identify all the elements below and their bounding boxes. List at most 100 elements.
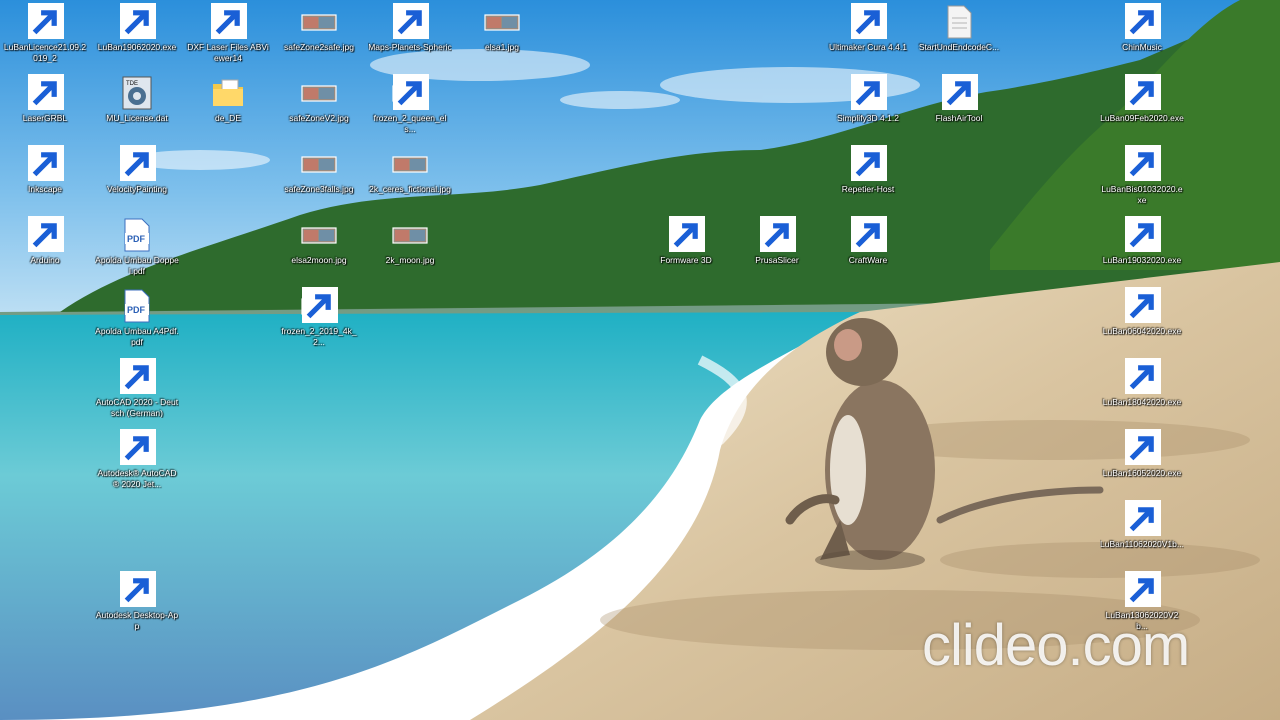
desktop-icon-label: 2k_ceres_fictional.jpg (369, 184, 451, 194)
desktop-icon-6[interactable]: Ultimaker Cura 4.4.1 (826, 3, 910, 74)
desktop-icon-18[interactable]: VelocityPainting (95, 145, 179, 216)
desktop-icon-15[interactable]: FlashAirTool (917, 74, 1001, 145)
desktop-icon-31[interactable]: PDF Apolda Umbau A4Pdf.pdf (95, 288, 179, 358)
desktop-icon-2[interactable]: DXF Laser Files ABViewer14 (186, 3, 270, 74)
desktop-icon-24[interactable]: PDF Apolda Umbau Doppel.pdf (95, 217, 179, 287)
folder-icon (210, 75, 246, 111)
luban-icon: LB (119, 3, 156, 40)
desktop-icon-37[interactable]: LB LuBan16052020.exe (1100, 429, 1184, 500)
desktop-icon-label: safeZone2safe.jpg (284, 42, 354, 52)
formware-icon (668, 216, 705, 253)
desktop-icon-36[interactable]: AAutodesk® AutoCAD® 2020 Jet... (95, 429, 179, 500)
desktop-icon-39[interactable]: Autodesk Desktop-App (95, 571, 179, 642)
desktop-icon-11[interactable]: de_DE (186, 75, 270, 145)
clideo-watermark: clideo.com (922, 613, 1190, 678)
desktop-icon-38[interactable]: LB LuBan11062020V1b... (1100, 500, 1184, 571)
desktop-icon-12[interactable]: safeZoneV2.jpg (277, 75, 361, 145)
desktop-icon-label: LuBan06042020.exe (1102, 326, 1182, 336)
chrome-icon (1124, 3, 1161, 40)
desktop-icon-label: Apolda Umbau A4Pdf.pdf (95, 326, 179, 347)
luban-icon: LB (1124, 216, 1161, 253)
desktop-icon-10[interactable]: TDE MU_License.dat (95, 75, 179, 145)
desktop-icon-26[interactable]: 2k_moon.jpg (368, 217, 452, 287)
desktop-icon-label: de_DE (215, 113, 241, 123)
desktop-icon-28[interactable]: PrusaSlicer (735, 216, 819, 287)
desktop-icon-25[interactable]: elsa2moon.jpg (277, 217, 361, 287)
desktop-icon-label: LuBanBis01032020.exe (1101, 184, 1183, 205)
desktop-icon-5[interactable]: elsa1.jpg (460, 4, 544, 74)
image-thumb-icon (301, 75, 337, 111)
desktop-icon-23[interactable]: Arduino (3, 216, 87, 287)
desktop-icon-label: Autodesk Desktop-App (95, 610, 179, 631)
desktop-icon-label: frozen_2_2019_4k_2... (281, 326, 357, 347)
desktop-icon-label: DXF Laser Files ABViewer14 (187, 42, 269, 63)
desktop-icon-1[interactable]: LB LuBan19062020.exe (95, 3, 179, 74)
desktop-icon-19[interactable]: safeZone3falls.jpg (277, 146, 361, 216)
prusaslicer-icon (759, 216, 796, 253)
dat-file-icon: TDE (119, 75, 155, 111)
desktop-icon-label: 2k_moon.jpg (385, 255, 435, 265)
desktop-icon-16[interactable]: LB LuBan09Feb2020.exe (1100, 74, 1184, 145)
pdf-icon: PDF (119, 288, 155, 324)
desktop-icon-label: LuBan09Feb2020.exe (1100, 113, 1184, 123)
autodesk-app-icon (119, 571, 156, 608)
flashair-icon (941, 74, 978, 111)
desktop-icon-7[interactable]: StartUndEndcodeC... (917, 4, 1001, 74)
desktop-icon-label: Inkscape (27, 184, 63, 194)
desktop-icon-label: Apolda Umbau Doppel.pdf (95, 255, 179, 276)
image-thumb-icon (301, 217, 337, 253)
image-thumb-icon (301, 146, 337, 182)
desktop-icon-20[interactable]: 2k_ceres_fictional.jpg (368, 146, 452, 216)
desktop-icon-9[interactable]: GRBL LaserGRBL (3, 74, 87, 145)
desktop-icon-22[interactable]: LBLuBanBis01032020.exe (1100, 145, 1184, 216)
desktop-icon-34[interactable]: AutoCAD 2020 - Deutsch (German) (95, 358, 179, 429)
luban-icon: LB (1124, 74, 1161, 111)
desktop-icon-label: safeZoneV2.jpg (289, 113, 349, 123)
desktop-icon-label: frozen_2_queen_els... (373, 113, 447, 134)
desktop-icon-label: CraftWare (848, 255, 888, 265)
svg-text:PDF: PDF (127, 305, 146, 315)
image-thumb-icon (301, 4, 337, 40)
grbl-icon: GRBL (27, 74, 64, 111)
image-thumb-icon (392, 74, 429, 111)
desktop-icon-29[interactable]: CraftWare (826, 216, 910, 287)
desktop-icon-14[interactable]: Simplify3D 4.1.2 (826, 74, 910, 145)
desktop-icon-label: StartUndEndcodeC... (918, 42, 1000, 52)
desktop-icon-label: LaserGRBL (22, 113, 68, 123)
desktop-icon-label: LuBanLicence21.09.2019_2 (3, 42, 87, 63)
cura-icon (850, 3, 887, 40)
luban-icon: LB (1124, 429, 1161, 466)
desktop-icon-30[interactable]: LB LuBan19032020.exe (1100, 216, 1184, 287)
chrome-icon (392, 3, 429, 40)
desktop-icon-label: Formware 3D (660, 255, 712, 265)
image-thumb-icon (392, 217, 428, 253)
desktop-icon-label: elsa2moon.jpg (291, 255, 347, 265)
autocad-icon (119, 358, 156, 395)
simplify3d-icon (850, 74, 887, 111)
desktop-icon-label: PrusaSlicer (755, 255, 799, 265)
desktop-icon-33[interactable]: LB LuBan06042020.exe (1100, 287, 1184, 358)
luban-icon: LB (1124, 358, 1161, 395)
luban-icon: LB (1124, 571, 1161, 608)
pdf-icon: PDF (119, 217, 155, 253)
desktop-icon-3[interactable]: safeZone2safe.jpg (277, 4, 361, 74)
shortcut-window-icon (27, 3, 64, 40)
desktop-icon-32[interactable]: frozen_2_2019_4k_2... (277, 287, 361, 358)
desktop-icon-label: FlashAirTool (935, 113, 983, 123)
desktop-icon-27[interactable]: Formware 3D (644, 216, 728, 287)
desktop-icon-label: LuBan11062020V1b... (1100, 539, 1184, 549)
desktop-icon-35[interactable]: LB LuBan18042020.exe (1100, 358, 1184, 429)
desktop-icon-13[interactable]: frozen_2_queen_els... (368, 74, 452, 145)
inkscape-icon (27, 145, 64, 182)
svg-text:TDE: TDE (126, 81, 138, 87)
desktop-icon-17[interactable]: Inkscape (3, 145, 87, 216)
desktop-icon-21[interactable]: Repetier-Host (826, 145, 910, 216)
desktop-icon-4[interactable]: Maps-Planets-Spheric (368, 3, 452, 74)
repetier-icon (850, 145, 887, 182)
desktop-icon-0[interactable]: LuBanLicence21.09.2019_2 (3, 3, 87, 74)
desktop-icon-label: LuBan19062020.exe (97, 42, 177, 52)
desktop-icon-label: AutoCAD 2020 - Deutsch (German) (95, 397, 179, 418)
desktop-icon-label: Simplify3D 4.1.2 (837, 113, 899, 123)
desktop-icon-8[interactable]: ChinMusic (1100, 3, 1184, 74)
desktop-icon-label: Autodesk® AutoCAD® 2020 Jet... (97, 468, 177, 489)
